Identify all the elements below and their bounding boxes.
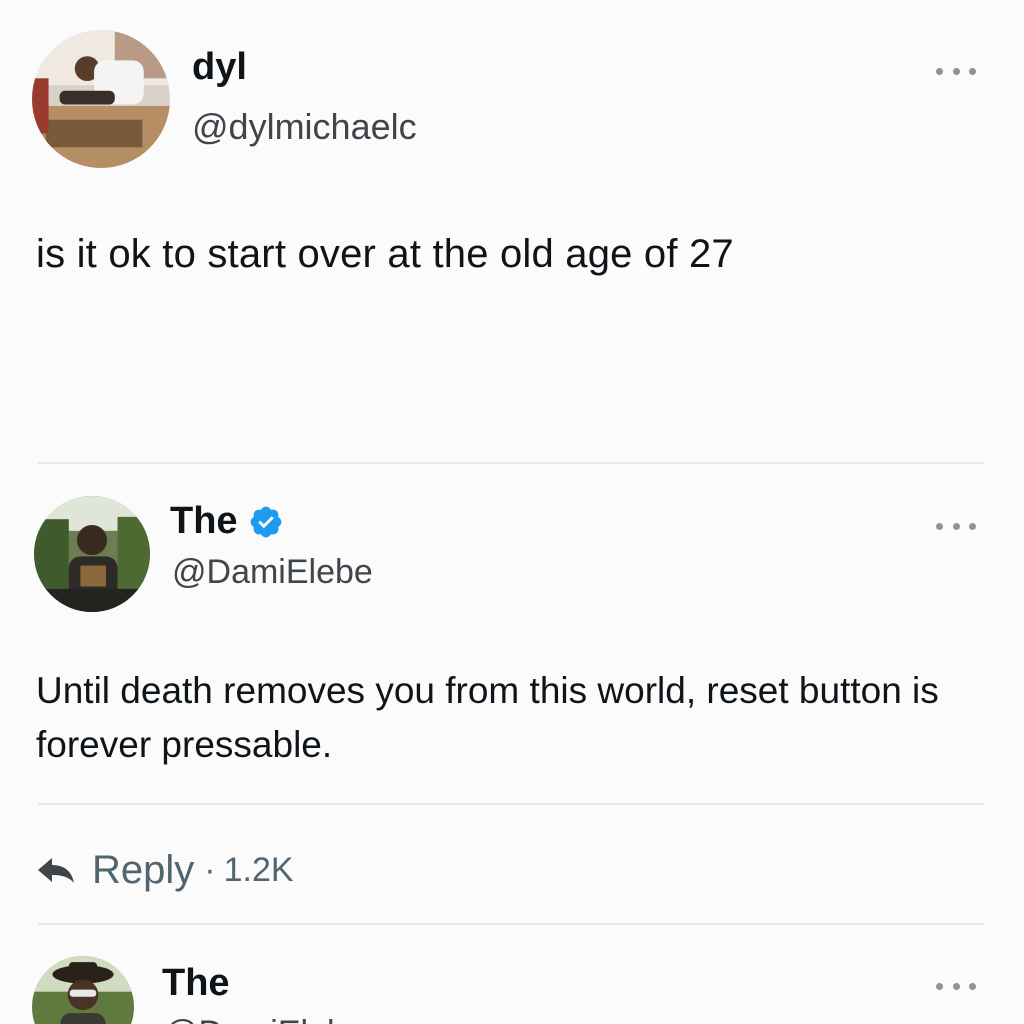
avatar[interactable] <box>32 30 170 168</box>
reply-count: 1.2K <box>223 850 294 889</box>
author-name-text: The <box>162 962 230 1004</box>
verified-badge-icon <box>250 506 281 537</box>
author-handle[interactable]: @DamiElebe <box>164 1014 365 1024</box>
tweet-thread: dyl @dylmichaelc is it ok to start over … <box>0 0 1024 1024</box>
author-name[interactable]: dyl <box>192 46 247 89</box>
author-name[interactable]: The <box>162 962 230 1005</box>
author-name-text: The <box>170 500 238 542</box>
reply-label: Reply <box>92 847 195 892</box>
avatar[interactable] <box>34 496 150 612</box>
tweet-text: is it ok to start over at the old age of… <box>36 232 734 276</box>
author-handle[interactable]: @DamiElebe <box>172 553 373 592</box>
author-name[interactable]: The <box>170 500 284 543</box>
more-options-icon[interactable] <box>936 520 976 532</box>
more-options-icon[interactable] <box>936 65 976 77</box>
tweet-text: Until death removes you from this world,… <box>36 670 939 765</box>
divider <box>38 462 984 464</box>
avatar[interactable] <box>32 956 134 1024</box>
reply-separator: · <box>204 850 216 889</box>
reply-button[interactable]: Reply · 1.2K <box>36 842 294 898</box>
author-name-text: dyl <box>192 46 247 88</box>
more-options-icon[interactable] <box>936 980 976 992</box>
author-handle[interactable]: @dylmichaelc <box>192 106 417 148</box>
divider <box>38 803 984 805</box>
reply-arrow-icon <box>38 858 74 883</box>
divider <box>38 923 984 925</box>
